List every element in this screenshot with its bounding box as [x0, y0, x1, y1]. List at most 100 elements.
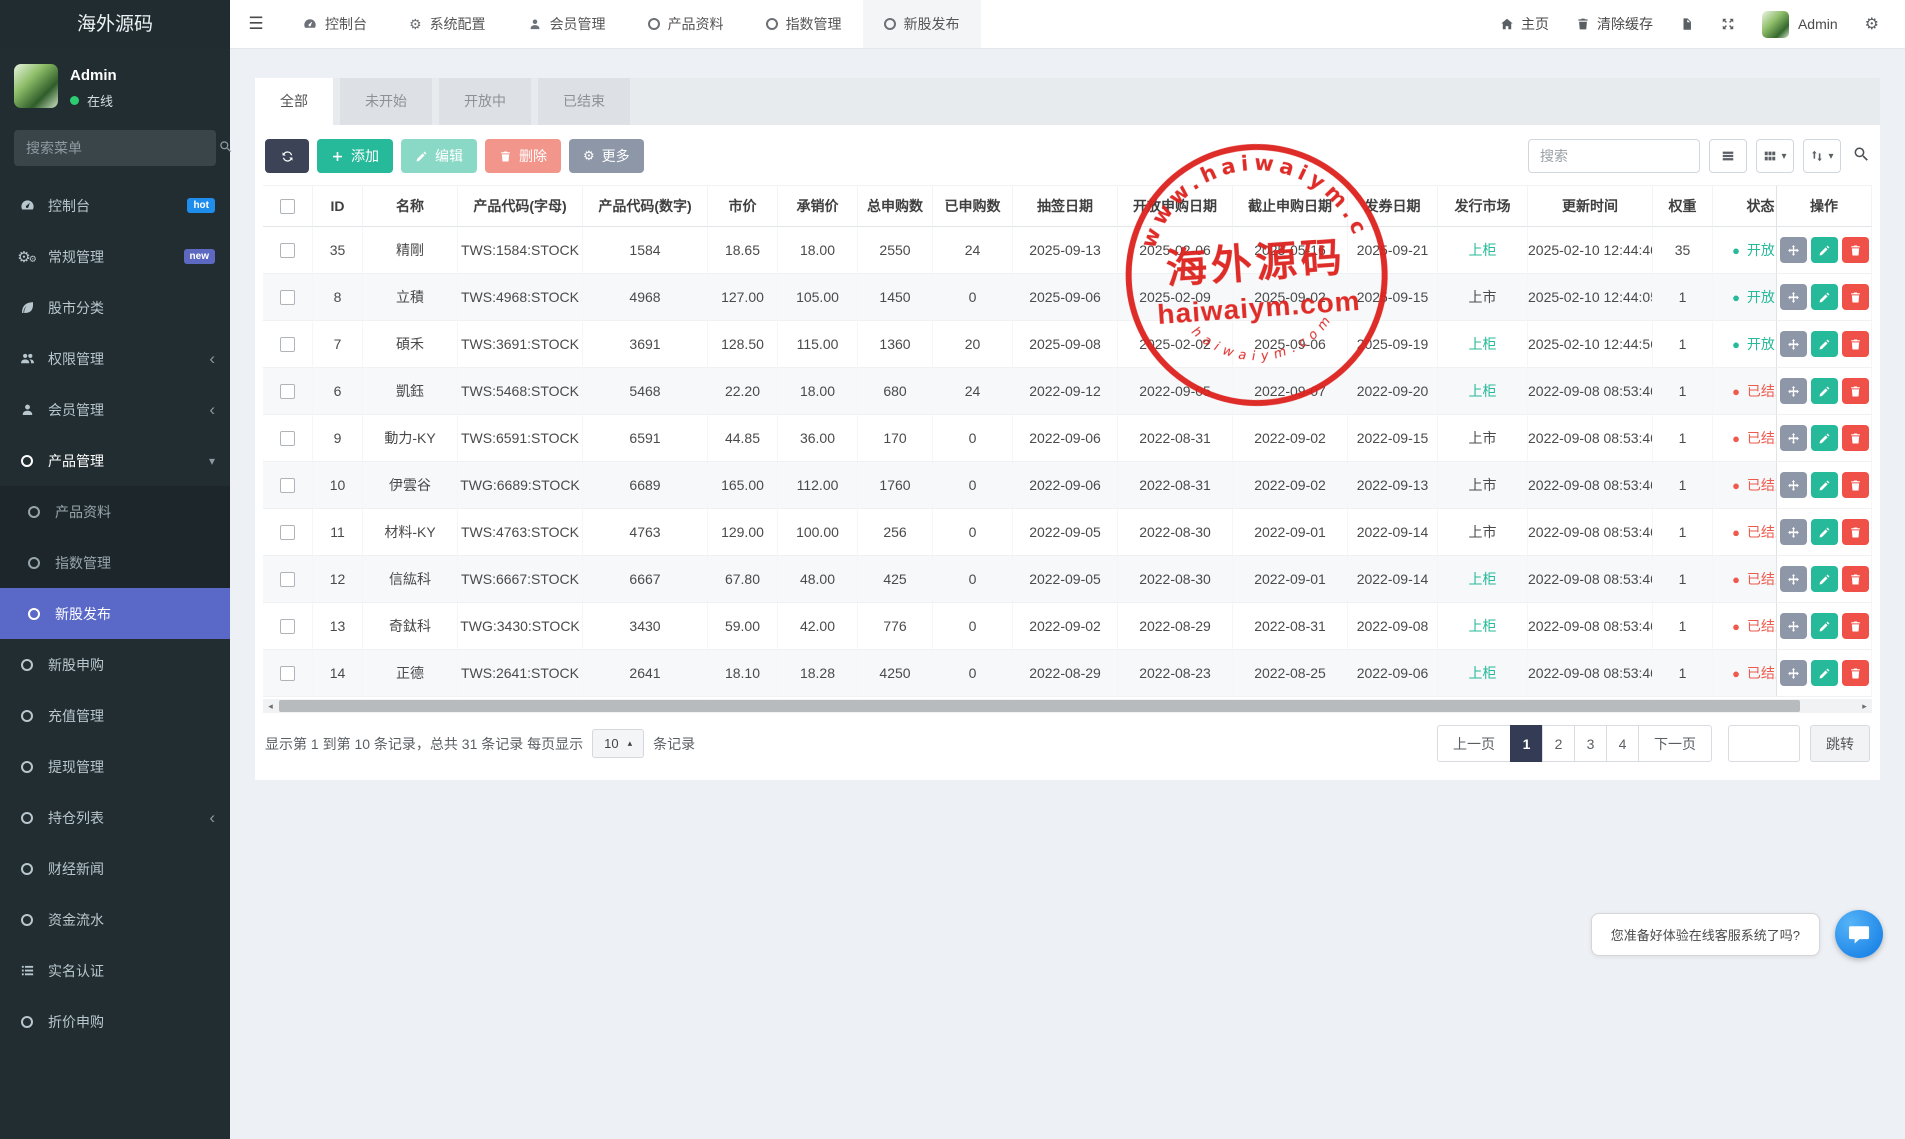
filter-tab-1[interactable]: 未开始 — [340, 78, 432, 125]
hamburger-icon[interactable]: ☰ — [230, 0, 282, 48]
row-edit-button[interactable] — [1811, 660, 1838, 686]
row-checkbox[interactable] — [280, 619, 295, 634]
row-edit-button[interactable] — [1811, 425, 1838, 451]
row-delete-button[interactable] — [1842, 472, 1869, 498]
market-label[interactable]: 上柜 — [1469, 571, 1497, 587]
row-delete-button[interactable] — [1842, 425, 1869, 451]
row-edit-button[interactable] — [1811, 378, 1838, 404]
page-button-4[interactable]: 4 — [1606, 725, 1639, 762]
filter-tab-2[interactable]: 开放中 — [439, 78, 531, 125]
sidebar-item-13[interactable]: 折价申购 — [0, 996, 230, 1047]
more-button[interactable]: ⚙ 更多 — [569, 139, 644, 173]
row-checkbox[interactable] — [280, 290, 295, 305]
user-menu[interactable]: Admin — [1762, 11, 1838, 38]
sidebar-item-12[interactable]: 实名认证 — [0, 945, 230, 996]
sidebar-subitem-2[interactable]: 新股发布 — [0, 588, 230, 639]
nav-tab-3[interactable]: 产品资料 — [627, 0, 745, 48]
sidebar-search-input[interactable] — [14, 140, 219, 156]
row-delete-button[interactable] — [1842, 519, 1869, 545]
row-edit-button[interactable] — [1811, 284, 1838, 310]
edit-button[interactable]: 编辑 — [401, 139, 477, 173]
move-button[interactable] — [1780, 284, 1807, 310]
row-checkbox[interactable] — [280, 666, 295, 681]
nav-tab-1[interactable]: ⚙系统配置 — [388, 0, 507, 48]
detail-view-button[interactable] — [1709, 139, 1747, 173]
page-size-select[interactable]: 10 ▴ — [592, 729, 644, 758]
row-checkbox[interactable] — [280, 337, 295, 352]
row-edit-button[interactable] — [1811, 472, 1838, 498]
row-edit-button[interactable] — [1811, 331, 1838, 357]
row-checkbox[interactable] — [280, 478, 295, 493]
nav-tab-5[interactable]: 新股发布 — [863, 0, 981, 48]
move-button[interactable] — [1780, 331, 1807, 357]
move-button[interactable] — [1780, 613, 1807, 639]
table-search-input[interactable] — [1528, 139, 1700, 173]
settings-gears-icon[interactable]: ⚙ — [1865, 14, 1879, 34]
scroll-left-icon[interactable]: ◂ — [263, 699, 278, 713]
table-scroll-container[interactable]: ID名称产品代码(字母)产品代码(数字)市价承销价总申购数已申购数抽签日期开放申… — [263, 185, 1872, 697]
sidebar-subitem-1[interactable]: 指数管理 — [0, 537, 230, 588]
sidebar-item-7[interactable]: 充值管理 — [0, 690, 230, 741]
sidebar-item-4[interactable]: 会员管理‹ — [0, 384, 230, 435]
prev-page-button[interactable]: 上一页 — [1437, 725, 1511, 762]
horizontal-scrollbar[interactable]: ◂ ▸ — [263, 699, 1872, 713]
select-all-checkbox[interactable] — [280, 199, 295, 214]
market-label[interactable]: 上柜 — [1469, 336, 1497, 352]
chat-button[interactable] — [1835, 910, 1883, 958]
filter-tab-0[interactable]: 全部 — [255, 78, 333, 125]
refresh-button[interactable] — [265, 139, 309, 173]
fullscreen-icon[interactable] — [1721, 17, 1735, 31]
row-checkbox[interactable] — [280, 572, 295, 587]
search-icon[interactable] — [1853, 146, 1870, 166]
move-button[interactable] — [1780, 519, 1807, 545]
export-button[interactable]: ▾ — [1803, 139, 1841, 173]
row-edit-button[interactable] — [1811, 566, 1838, 592]
row-delete-button[interactable] — [1842, 237, 1869, 263]
home-link[interactable]: 主页 — [1500, 14, 1549, 34]
move-button[interactable] — [1780, 425, 1807, 451]
row-checkbox[interactable] — [280, 525, 295, 540]
scrollbar-thumb[interactable] — [279, 700, 1800, 712]
scroll-right-icon[interactable]: ▸ — [1857, 699, 1872, 713]
row-delete-button[interactable] — [1842, 613, 1869, 639]
row-delete-button[interactable] — [1842, 378, 1869, 404]
row-delete-button[interactable] — [1842, 331, 1869, 357]
jump-button[interactable]: 跳转 — [1810, 725, 1870, 762]
page-button-3[interactable]: 3 — [1574, 725, 1607, 762]
clear-cache-link[interactable]: 清除缓存 — [1576, 14, 1653, 34]
market-label[interactable]: 上柜 — [1469, 242, 1497, 258]
row-edit-button[interactable] — [1811, 237, 1838, 263]
row-edit-button[interactable] — [1811, 519, 1838, 545]
move-button[interactable] — [1780, 472, 1807, 498]
sidebar-item-1[interactable]: ⚙⚙常规管理new — [0, 231, 230, 282]
filter-tab-3[interactable]: 已结束 — [538, 78, 630, 125]
document-icon[interactable] — [1680, 17, 1694, 31]
sidebar-item-2[interactable]: 股市分类 — [0, 282, 230, 333]
row-edit-button[interactable] — [1811, 613, 1838, 639]
columns-button[interactable]: ▾ — [1756, 139, 1794, 173]
row-checkbox[interactable] — [280, 243, 295, 258]
nav-tab-2[interactable]: 会员管理 — [507, 0, 627, 48]
sidebar-item-6[interactable]: 新股申购 — [0, 639, 230, 690]
market-label[interactable]: 上柜 — [1469, 383, 1497, 399]
nav-tab-0[interactable]: 控制台 — [282, 0, 388, 48]
row-checkbox[interactable] — [280, 384, 295, 399]
row-delete-button[interactable] — [1842, 660, 1869, 686]
row-delete-button[interactable] — [1842, 566, 1869, 592]
sidebar-item-3[interactable]: 权限管理‹ — [0, 333, 230, 384]
delete-button[interactable]: 删除 — [485, 139, 561, 173]
market-label[interactable]: 上柜 — [1469, 665, 1497, 681]
sidebar-item-8[interactable]: 提现管理 — [0, 741, 230, 792]
sidebar-subitem-0[interactable]: 产品资料 — [0, 486, 230, 537]
jump-page-input[interactable] — [1728, 725, 1800, 762]
row-delete-button[interactable] — [1842, 284, 1869, 310]
move-button[interactable] — [1780, 378, 1807, 404]
move-button[interactable] — [1780, 660, 1807, 686]
move-button[interactable] — [1780, 237, 1807, 263]
sidebar-item-9[interactable]: 持仓列表‹ — [0, 792, 230, 843]
row-checkbox[interactable] — [280, 431, 295, 446]
add-button[interactable]: 添加 — [317, 139, 393, 173]
page-button-1[interactable]: 1 — [1510, 725, 1543, 762]
market-label[interactable]: 上柜 — [1469, 618, 1497, 634]
sidebar-item-0[interactable]: 控制台hot — [0, 180, 230, 231]
